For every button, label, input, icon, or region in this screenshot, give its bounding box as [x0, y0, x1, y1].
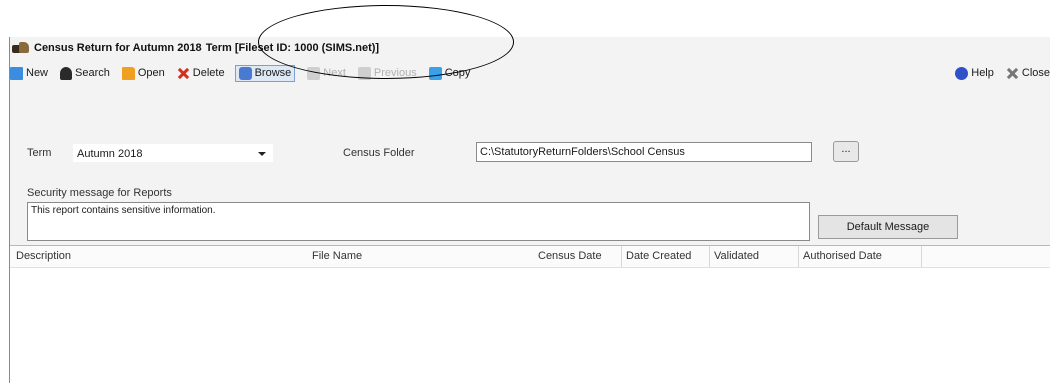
title-part-2: Term [Fileset ID: 1000 (SIMS.net)]: [205, 42, 380, 54]
default-message-button[interactable]: Default Message: [818, 215, 958, 239]
close-x-icon: [1006, 67, 1019, 80]
chevron-down-icon[interactable]: [258, 152, 266, 156]
browse-folder-button[interactable]: ...: [833, 141, 859, 162]
census-folder-label: Census Folder: [343, 147, 415, 159]
term-label: Term: [27, 147, 52, 159]
security-message-text: This report contains sensitive informati…: [31, 205, 216, 216]
census-folder-field[interactable]: C:\StatutoryReturnFolders\School Census: [476, 142, 812, 162]
new-label: New: [26, 67, 49, 79]
delete-x-icon: [177, 67, 190, 80]
previous-button[interactable]: Previous: [357, 66, 417, 80]
help-button[interactable]: Help: [955, 66, 994, 80]
column-header-census-date[interactable]: Census Date: [538, 246, 602, 267]
column-header-file-name[interactable]: File Name: [312, 246, 362, 267]
close-label: Close: [1021, 67, 1050, 79]
column-header-authorised-date[interactable]: Authorised Date: [798, 246, 882, 267]
browse-button[interactable]: Browse: [234, 64, 296, 82]
returns-grid[interactable]: Description File Name Census Date Date C…: [10, 245, 1050, 384]
column-header-description[interactable]: Description: [16, 246, 71, 267]
next-label: Next: [323, 67, 346, 79]
close-button[interactable]: Close: [1006, 67, 1050, 80]
help-globe-icon: [955, 66, 969, 80]
binoculars-icon: [60, 66, 73, 80]
title-part-1: Census Return for Autumn 2018: [34, 42, 202, 54]
search-label: Search: [75, 67, 110, 79]
security-message-label: Security message for Reports: [27, 187, 172, 199]
search-button[interactable]: Search: [60, 66, 110, 80]
term-value: Autumn 2018: [77, 148, 143, 160]
term-select[interactable]: Autumn 2018: [73, 144, 273, 162]
copy-button[interactable]: Copy: [428, 66, 471, 80]
column-header-blank: [921, 246, 1046, 267]
next-button[interactable]: Next: [307, 66, 346, 80]
next-arrow-icon: [307, 66, 321, 80]
help-label: Help: [971, 67, 994, 79]
delete-label: Delete: [192, 67, 225, 79]
delete-button[interactable]: Delete: [177, 67, 225, 80]
census-folder-value: C:\StatutoryReturnFolders\School Census: [480, 146, 685, 158]
browse-label: Browse: [254, 67, 292, 79]
copy-label: Copy: [444, 67, 471, 79]
browse-icon: [238, 66, 252, 80]
new-document-icon: [10, 66, 23, 80]
toolbar: New Search Open Delete Browse Next Previ…: [10, 62, 1050, 84]
column-header-date-created[interactable]: Date Created: [621, 246, 691, 267]
sims-logo-icon: [12, 41, 30, 55]
previous-label: Previous: [373, 67, 417, 79]
column-header-validated[interactable]: Validated: [709, 246, 759, 267]
grid-header: Description File Name Census Date Date C…: [10, 246, 1050, 268]
previous-arrow-icon: [357, 66, 371, 80]
folder-open-icon: [121, 66, 135, 80]
open-label: Open: [137, 67, 165, 79]
security-message-textarea[interactable]: This report contains sensitive informati…: [27, 202, 810, 241]
open-button[interactable]: Open: [121, 66, 165, 80]
toolbar-right: Help Close: [955, 62, 1050, 84]
window-title: Census Return for Autumn 2018 Term [File…: [12, 38, 383, 58]
copy-icon: [428, 66, 442, 80]
new-button[interactable]: New: [10, 66, 49, 80]
